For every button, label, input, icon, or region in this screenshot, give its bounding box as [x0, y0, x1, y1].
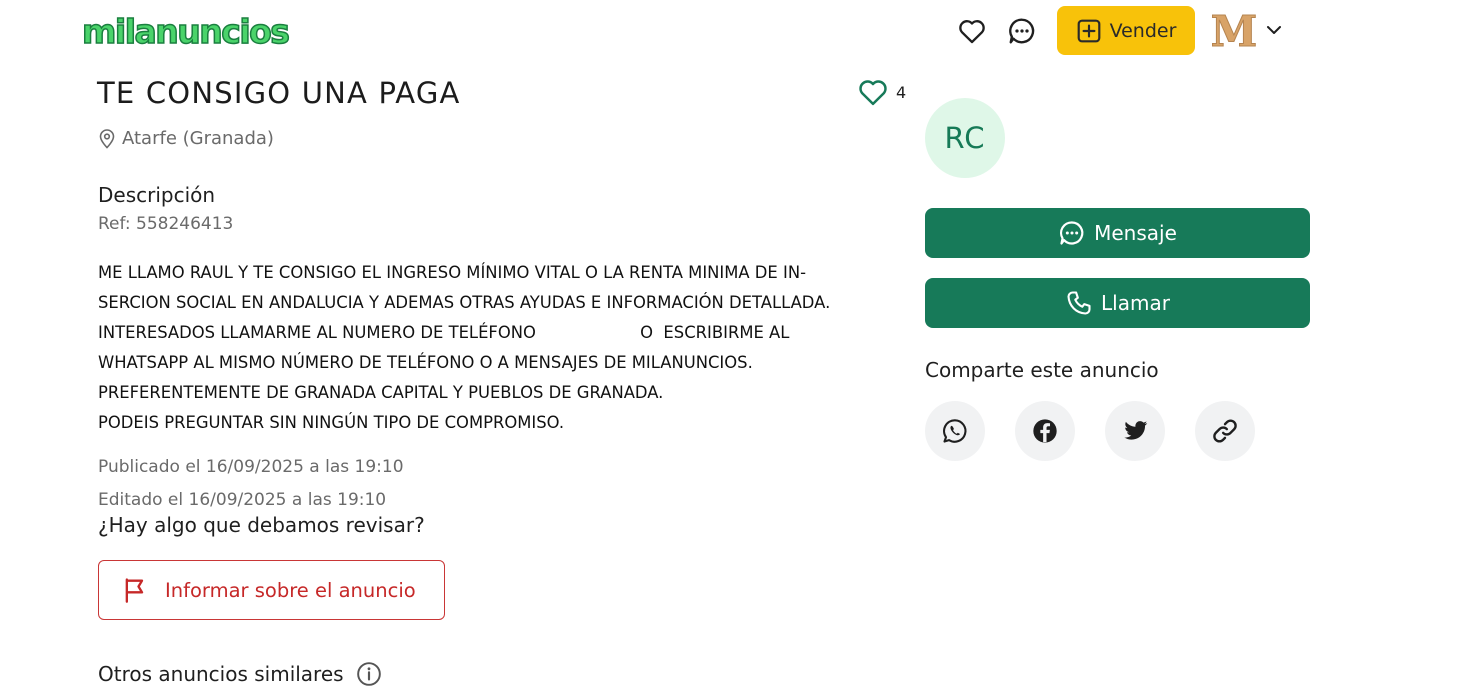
ad-location: Atarfe (Granada): [98, 128, 274, 149]
similar-ads-heading: Otros anuncios similares: [98, 661, 382, 687]
share-facebook-button[interactable]: [1015, 401, 1075, 461]
chevron-down-icon[interactable]: [1264, 20, 1284, 40]
favorites-count: 4: [896, 82, 907, 102]
favorite-ad-button[interactable]: 4: [858, 78, 906, 106]
description-line: PREFERENTEMENTE DE GRANADA CAPITAL Y PUE…: [98, 383, 664, 402]
ad-reference: Ref: 558246413: [98, 214, 234, 234]
location-text: Atarfe (Granada): [122, 128, 274, 149]
sell-button-label: Vender: [1109, 19, 1177, 42]
plus-square-icon: [1077, 19, 1100, 42]
report-ad-button[interactable]: Informar sobre el anuncio: [98, 560, 445, 620]
call-button[interactable]: Llamar: [925, 278, 1310, 328]
copy-link-button[interactable]: [1195, 401, 1255, 461]
message-button-label: Mensaje: [1094, 221, 1177, 245]
description-line: WHATSAPP AL MISMO NÚMERO DE TELÉFONO O A…: [98, 353, 753, 372]
report-ad-label: Informar sobre el anuncio: [165, 578, 416, 602]
chat-icon: [1060, 221, 1084, 245]
share-whatsapp-button[interactable]: [925, 401, 985, 461]
favorites-button[interactable]: [955, 14, 989, 48]
heart-icon: [959, 20, 985, 44]
review-question: ¿Hay algo que debamos revisar?: [98, 513, 425, 537]
phone-icon: [1067, 291, 1091, 315]
share-heading: Comparte este anuncio: [925, 358, 1159, 382]
avatar-letter: M: [1211, 9, 1257, 51]
message-button[interactable]: Mensaje: [925, 208, 1310, 258]
facebook-icon: [1033, 419, 1057, 443]
description-line: PODEIS PREGUNTAR SIN NINGÚN TIPO DE COMP…: [98, 413, 565, 432]
whatsapp-icon: [943, 419, 967, 443]
call-button-label: Llamar: [1101, 291, 1170, 315]
user-avatar[interactable]: M: [1209, 8, 1259, 52]
similar-ads-label: Otros anuncios similares: [98, 662, 344, 686]
link-icon: [1213, 419, 1237, 443]
info-icon[interactable]: [356, 661, 382, 687]
seller-avatar[interactable]: RC: [925, 98, 1005, 178]
chat-icon: [1009, 18, 1035, 44]
ad-title: TE CONSIGO UNA PAGA: [97, 76, 461, 110]
ad-description: ME LLAMO RAUL Y TE CONSIGO EL INGRESO MÍ…: [98, 258, 918, 438]
twitter-icon: [1124, 421, 1148, 440]
description-line: ME LLAMO RAUL Y TE CONSIGO EL INGRESO MÍ…: [98, 263, 807, 282]
messages-button[interactable]: [1005, 14, 1039, 48]
edited-date: Editado el 16/09/2025 a las 19:10: [98, 490, 387, 510]
milanuncios-logo[interactable]: milanuncios: [81, 11, 290, 52]
description-line: INTERESADOS LLAMARME AL NUMERO DE TELÉFO…: [98, 323, 790, 342]
location-pin-icon: [99, 128, 115, 149]
seller-initials: RC: [944, 121, 986, 155]
heart-icon: [859, 80, 887, 106]
description-line: SERCION SOCIAL EN ANDALUCIA Y ADEMAS OTR…: [98, 293, 831, 312]
flag-icon: [125, 578, 144, 603]
description-heading: Descripción: [98, 183, 216, 207]
share-twitter-button[interactable]: [1105, 401, 1165, 461]
sell-button[interactable]: Vender: [1057, 6, 1195, 55]
published-date: Publicado el 16/09/2025 a las 19:10: [98, 457, 404, 477]
